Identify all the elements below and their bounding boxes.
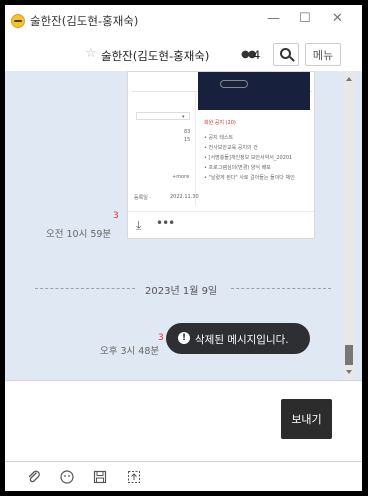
scrollbar[interactable] xyxy=(343,71,355,380)
alert-icon: ! xyxy=(178,332,190,344)
title-bar: 술한잔(김도현-홍재숙) — ☐ ✕ xyxy=(5,5,362,37)
app-logo-icon xyxy=(11,14,25,28)
image-number: 83 xyxy=(184,129,191,135)
window-title: 술한잔(김도현-홍재숙) xyxy=(30,14,139,28)
favorite-star-icon[interactable]: ☆ xyxy=(85,46,97,61)
deleted-message-bubble[interactable]: ! 삭제된 메시지입니다. xyxy=(166,323,310,354)
message-time: 오전 10시 59분 xyxy=(46,229,112,240)
scroll-thumb[interactable] xyxy=(345,345,353,365)
maximize-button[interactable]: ☐ xyxy=(299,11,311,26)
image-date: 2022.11.30 xyxy=(170,194,199,200)
scroll-down-arrow-icon[interactable] xyxy=(346,370,352,374)
save-icon[interactable] xyxy=(93,470,107,484)
unread-count: 3 xyxy=(158,333,164,343)
emoji-icon[interactable] xyxy=(60,470,74,484)
image-line: 회원 공지 (20) xyxy=(204,120,236,126)
scroll-up-arrow-icon[interactable] xyxy=(346,77,352,81)
minimize-button[interactable]: — xyxy=(267,11,280,26)
image-message[interactable]: ▾ 83 15 +more 등록일 · 2022.11.30 회원 공지 (20… xyxy=(127,71,315,239)
menu-button[interactable]: 메뉴 xyxy=(305,43,341,66)
capture-icon[interactable] xyxy=(127,470,141,484)
date-divider-text: 2023년 1월 9일 xyxy=(145,286,218,297)
date-divider: 2023년 1월 9일 xyxy=(35,281,331,297)
deleted-message-text: 삭제된 메시지입니다. xyxy=(195,334,289,346)
paperclip-icon[interactable] xyxy=(27,470,41,484)
room-header: ☆ 술한잔(김도현-홍재숙) ●● 4 메뉴 xyxy=(5,37,362,71)
image-thumbnail[interactable]: ▾ 83 15 +more 등록일 · 2022.11.30 회원 공지 (20… xyxy=(132,72,312,205)
unread-count: 3 xyxy=(113,211,119,221)
room-title: 술한잔(김도현-홍재숙) xyxy=(101,49,210,63)
chat-window: 술한잔(김도현-홍재숙) — ☐ ✕ ☆ 술한잔(김도현-홍재숙) ●● 4 메… xyxy=(5,5,362,491)
image-actions: ⤓ ••• xyxy=(128,211,314,238)
image-more-text: +more xyxy=(172,174,190,180)
message-list[interactable]: ▾ 83 15 +more 등록일 · 2022.11.30 회원 공지 (20… xyxy=(5,71,362,380)
input-toolbar xyxy=(5,461,362,491)
image-line: • 전사보안교육 공지의 건 xyxy=(204,145,258,151)
more-options-icon[interactable]: ••• xyxy=(156,216,175,230)
send-button[interactable]: 보내기 xyxy=(281,399,332,439)
image-line: • 프로그램심의(변경) 양식 배포 xyxy=(204,165,271,171)
image-line: • [서명충돌]개인정보 보안서약서_20201 xyxy=(204,155,293,161)
image-number: 15 xyxy=(184,137,191,143)
image-line: • 공지 테스트 xyxy=(204,135,234,141)
image-line: • "날렸게 된다" 사로 걸어들는 들이다 채인 xyxy=(204,175,295,181)
search-button[interactable] xyxy=(273,43,299,66)
download-icon[interactable]: ⤓ xyxy=(136,218,141,233)
message-composer[interactable]: 보내기 xyxy=(5,380,362,461)
close-button[interactable]: ✕ xyxy=(332,11,343,26)
message-time: 오후 3시 48분 xyxy=(100,346,160,357)
member-count: 4 xyxy=(253,48,261,62)
